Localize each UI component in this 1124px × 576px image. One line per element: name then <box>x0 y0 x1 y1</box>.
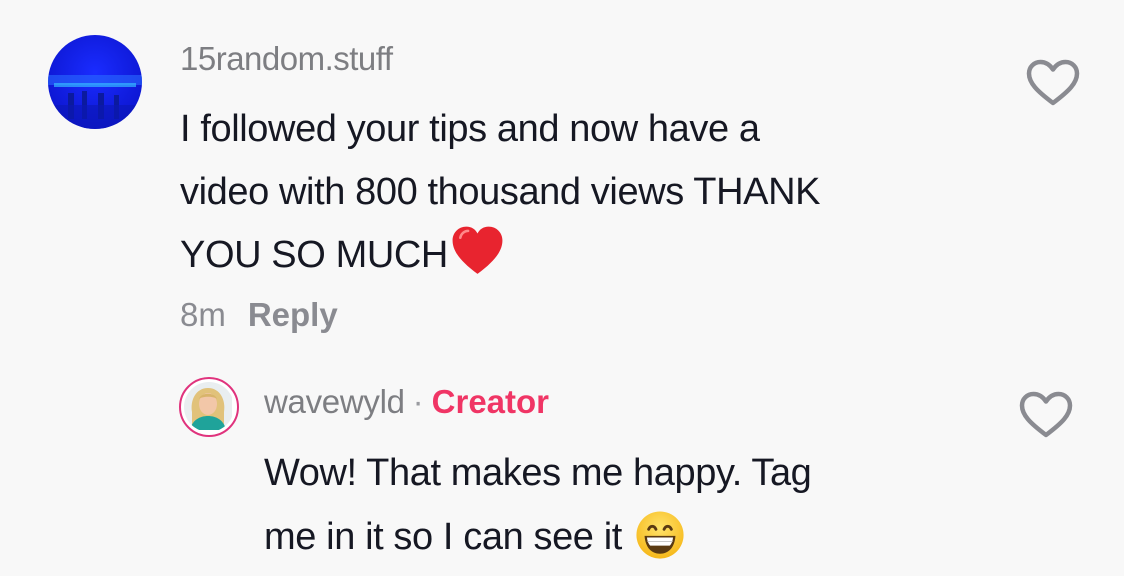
comment-text-line: video with 800 thousand views THANK <box>180 171 821 213</box>
reply-button[interactable]: Reply <box>248 296 338 333</box>
reply-avatar[interactable] <box>179 377 239 437</box>
reply-header: wavewyld · Creator <box>264 383 549 421</box>
red-heart-emoji-icon <box>452 226 503 274</box>
heart-outline-icon <box>1019 391 1073 438</box>
avatar[interactable] <box>48 35 142 129</box>
creator-badge: Creator <box>431 383 550 420</box>
separator-dot: · <box>412 383 424 420</box>
reply-username[interactable]: wavewyld <box>264 383 405 420</box>
comment-text-line: I followed your tips and now have a <box>180 108 760 150</box>
blue-photo-avatar-icon <box>48 35 142 129</box>
like-button[interactable] <box>1025 58 1081 108</box>
comment-text-line: YOU SO MUCH <box>180 234 448 276</box>
comment-meta: 8m Reply <box>180 296 338 334</box>
reply-text-line: Wow! That makes me happy. Tag <box>264 452 812 494</box>
comments-panel: 15random.stuff I followed your tips and … <box>0 0 1124 576</box>
person-photo-avatar-icon <box>184 382 232 430</box>
heart-outline-icon <box>1026 59 1080 106</box>
reply-like-button[interactable] <box>1018 390 1074 440</box>
reply-text-line-last: me in it so I can see it <box>264 505 964 569</box>
comment-text-line-last: YOU SO MUCH <box>180 224 980 287</box>
reply-avatar-photo <box>184 382 234 432</box>
comment-timestamp: 8m <box>180 296 226 333</box>
grinning-face-emoji-icon <box>636 511 684 559</box>
comment-username[interactable]: 15random.stuff <box>180 40 393 78</box>
comment-text: I followed your tips and now have a vide… <box>180 98 980 287</box>
reply-text: Wow! That makes me happy. Tag me in it s… <box>264 441 964 569</box>
reply-text-line: me in it so I can see it <box>264 516 622 558</box>
